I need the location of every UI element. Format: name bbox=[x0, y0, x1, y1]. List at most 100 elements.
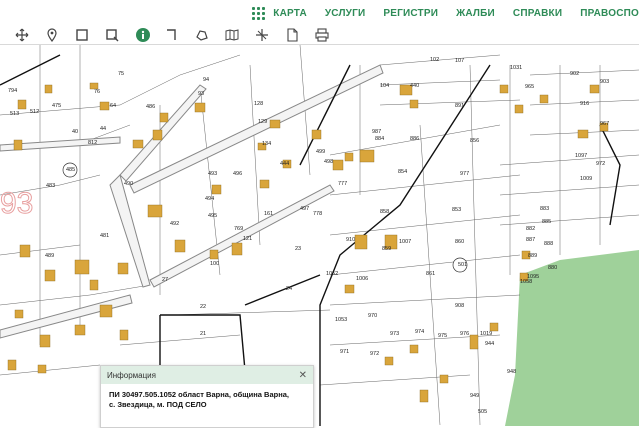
parcel-label[interactable]: 483 bbox=[46, 183, 55, 189]
parcel-label[interactable]: 858 bbox=[380, 209, 389, 215]
parcel-label[interactable]: 975 bbox=[438, 333, 447, 339]
parcel-label[interactable]: 489 bbox=[45, 253, 54, 259]
measure-angle-icon[interactable] bbox=[164, 27, 180, 43]
nav-item-registri[interactable]: РЕГИСТРИ bbox=[383, 8, 438, 19]
split-icon[interactable] bbox=[254, 27, 270, 43]
parcel-label[interactable]: 444 bbox=[280, 161, 289, 167]
parcel-label[interactable]: 886 bbox=[410, 136, 419, 142]
parcel-label[interactable]: 972 bbox=[596, 161, 605, 167]
document-icon[interactable] bbox=[284, 27, 300, 43]
parcel-label[interactable]: 1019 bbox=[480, 331, 492, 337]
pin-icon[interactable] bbox=[44, 27, 60, 43]
parcel-label[interactable]: 1031 bbox=[510, 65, 522, 71]
parcel-label[interactable]: 496 bbox=[233, 171, 242, 177]
nav-item-karta[interactable]: КАРТА bbox=[273, 8, 307, 19]
parcel-label[interactable]: 860 bbox=[455, 239, 464, 245]
parcel-label[interactable]: 1058 bbox=[520, 279, 532, 285]
parcel-label[interactable]: 1007 bbox=[399, 239, 411, 245]
parcel-label[interactable]: 965 bbox=[525, 84, 534, 90]
parcel-label[interactable]: 976 bbox=[460, 331, 469, 337]
parcel-label[interactable]: 812 bbox=[88, 140, 97, 146]
apps-grid-icon[interactable] bbox=[252, 6, 266, 20]
parcel-label[interactable]: 861 bbox=[426, 271, 435, 277]
parcel-label[interactable]: 440 bbox=[410, 83, 419, 89]
parcel-label[interactable]: 512 bbox=[30, 109, 39, 115]
parcel-label[interactable]: 100 bbox=[210, 261, 219, 267]
parcel-label[interactable]: 499 bbox=[316, 149, 325, 155]
parcel-label[interactable]: 485 bbox=[66, 167, 75, 173]
nav-item-zhalbi[interactable]: ЖАЛБИ bbox=[456, 8, 495, 19]
parcel-label[interactable]: 493 bbox=[208, 171, 217, 177]
parcel-label[interactable]: 129 bbox=[258, 119, 267, 125]
parcel-label[interactable]: 948 bbox=[507, 369, 516, 375]
parcel-label[interactable]: 883 bbox=[540, 206, 549, 212]
parcel-label[interactable]: 475 bbox=[52, 103, 61, 109]
parcel-label[interactable]: 128 bbox=[254, 101, 263, 107]
parcel-label[interactable]: 76 bbox=[94, 89, 100, 95]
parcel-label[interactable]: 498 bbox=[324, 159, 333, 165]
move-icon[interactable] bbox=[14, 27, 30, 43]
parcel-label[interactable]: 974 bbox=[415, 329, 424, 335]
parcel-label[interactable]: 1052 bbox=[326, 271, 338, 277]
nav-item-uslugi[interactable]: УСЛУГИ bbox=[325, 8, 366, 19]
parcel-label[interactable]: 908 bbox=[455, 303, 464, 309]
parcel-label[interactable]: 501 bbox=[458, 262, 467, 268]
parcel-label[interactable]: 513 bbox=[10, 111, 19, 117]
parcel-label[interactable]: 134 bbox=[262, 141, 271, 147]
parcel-label[interactable]: 494 bbox=[205, 196, 214, 202]
parcel-label[interactable]: 903 bbox=[600, 79, 609, 85]
parcel-label[interactable]: 121 bbox=[243, 236, 252, 242]
parcel-label[interactable]: 856 bbox=[470, 138, 479, 144]
parcel-label[interactable]: 1053 bbox=[335, 317, 347, 323]
nav-item-spravki[interactable]: СПРАВКИ bbox=[513, 8, 562, 19]
parcel-label[interactable]: 949 bbox=[470, 393, 479, 399]
polygon-icon[interactable] bbox=[194, 27, 210, 43]
parcel-label[interactable]: 859 bbox=[382, 246, 391, 252]
print-icon[interactable] bbox=[314, 27, 330, 43]
parcel-label[interactable]: 882 bbox=[526, 226, 535, 232]
parcel-label[interactable]: 944 bbox=[485, 341, 494, 347]
parcel-label[interactable]: 987 bbox=[372, 129, 381, 135]
parcel-label[interactable]: 891 bbox=[455, 103, 464, 109]
parcel-label[interactable]: 495 bbox=[208, 213, 217, 219]
parcel-label[interactable]: 971 bbox=[340, 349, 349, 355]
parcel-label[interactable]: 769 bbox=[234, 226, 243, 232]
parcel-label[interactable]: 64 bbox=[110, 103, 116, 109]
parcel-label[interactable]: 22 bbox=[200, 304, 206, 310]
parcel-label[interactable]: 777 bbox=[338, 181, 347, 187]
select-rect-icon[interactable] bbox=[74, 27, 90, 43]
parcel-label[interactable]: 853 bbox=[452, 207, 461, 213]
parcel-label[interactable]: 972 bbox=[370, 351, 379, 357]
parcel-label[interactable]: 794 bbox=[8, 88, 17, 94]
parcel-label[interactable]: 23 bbox=[295, 246, 301, 252]
parcel-label[interactable]: 887 bbox=[526, 237, 535, 243]
parcel-label[interactable]: 44 bbox=[100, 126, 106, 132]
nav-item-pravosposobnost[interactable]: ПРАВОСПО bbox=[580, 8, 639, 19]
info-icon[interactable] bbox=[136, 28, 150, 42]
parcel-label[interactable]: 973 bbox=[390, 331, 399, 337]
parcel-label[interactable]: 24 bbox=[286, 286, 292, 292]
parcel-label[interactable]: 21 bbox=[200, 331, 206, 337]
close-icon[interactable]: ✕ bbox=[299, 370, 307, 381]
parcel-label[interactable]: 93 bbox=[198, 91, 204, 97]
parcel-label[interactable]: 492 bbox=[170, 221, 179, 227]
parcel-label[interactable]: 1097 bbox=[575, 153, 587, 159]
parcel-label[interactable]: 481 bbox=[100, 233, 109, 239]
parcel-label[interactable]: 161 bbox=[264, 211, 273, 217]
parcel-label[interactable]: 910 bbox=[346, 237, 355, 243]
parcel-label[interactable]: 916 bbox=[580, 101, 589, 107]
parcel-label[interactable]: 40 bbox=[72, 129, 78, 135]
parcel-label[interactable]: 27 bbox=[162, 277, 168, 283]
parcel-label[interactable]: 1009 bbox=[580, 176, 592, 182]
map-icon[interactable] bbox=[224, 27, 240, 43]
parcel-label[interactable]: 778 bbox=[313, 211, 322, 217]
parcel-label[interactable]: 102 bbox=[430, 57, 439, 63]
parcel-label[interactable]: 490 bbox=[124, 181, 133, 187]
parcel-label[interactable]: 880 bbox=[548, 265, 557, 271]
parcel-label[interactable]: 75 bbox=[118, 71, 124, 77]
select-poly-icon[interactable] bbox=[104, 27, 120, 43]
parcel-label[interactable]: 902 bbox=[570, 71, 579, 77]
cadastral-map[interactable]: 93 794 475 513 512 812 40 44 75 76 64 486 93 94 128 12… bbox=[0, 45, 639, 426]
parcel-label[interactable]: 967 bbox=[600, 121, 609, 127]
parcel-label[interactable]: 970 bbox=[368, 313, 377, 319]
